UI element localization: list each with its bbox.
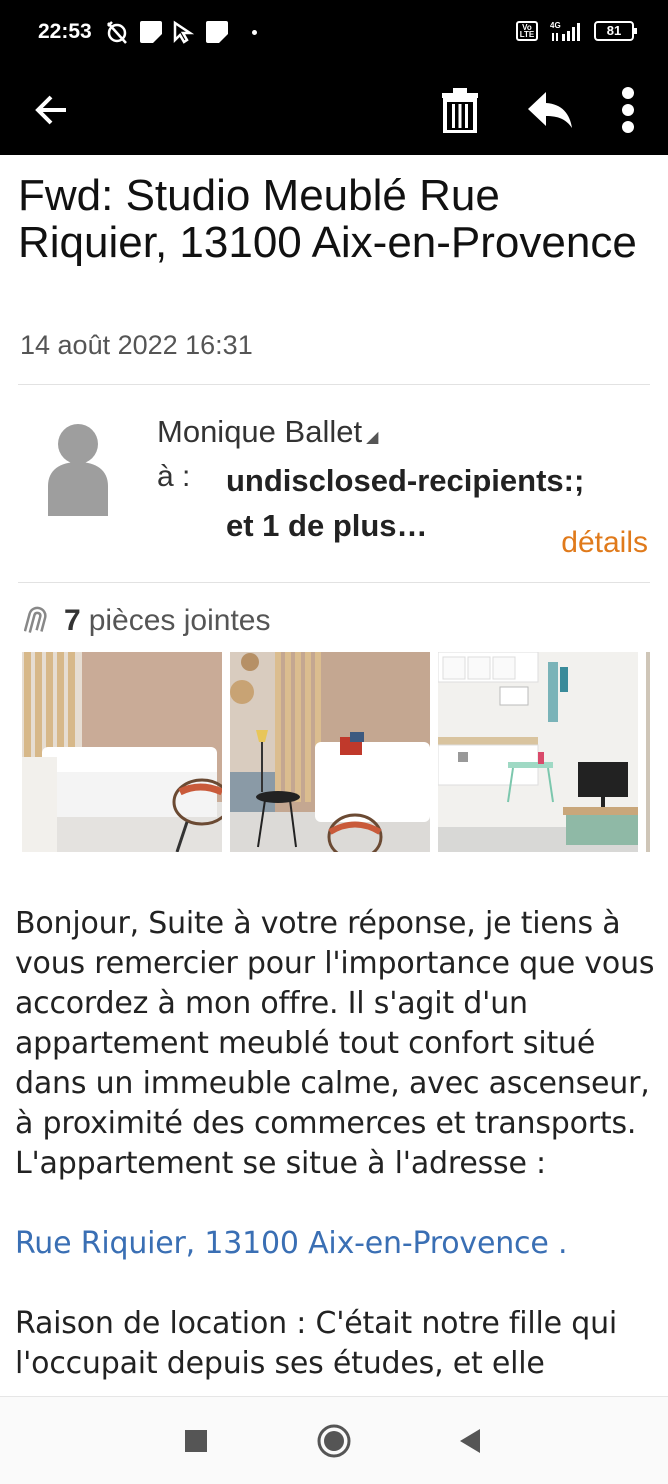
app-notification-icon-2 (206, 21, 228, 43)
recipient-line-1: undisclosed-recipients:; (226, 463, 585, 498)
body-paragraph-2: Raison de location : C'était notre fille… (15, 1306, 618, 1381)
system-icons: Vo LTE 4G 81 (516, 20, 637, 42)
sender-name-text: Monique Ballet (157, 414, 363, 449)
paperclip-icon (24, 606, 47, 633)
email-body: Bonjour, Suite à votre réponse, je tiens… (15, 904, 655, 1384)
reply-button[interactable] (518, 78, 582, 142)
navigation-bar (0, 1396, 668, 1484)
trash-icon (442, 88, 478, 133)
bedroom-photo-icon (22, 652, 222, 852)
email-date: 14 août 2022 16:31 (20, 330, 253, 360)
attachment-thumbnails (22, 652, 668, 852)
recents-button[interactable] (174, 1419, 218, 1463)
reply-icon (528, 92, 572, 128)
attachment-label: pièces jointes (88, 604, 271, 637)
sender-name[interactable]: Monique Ballet ◢ (157, 414, 378, 450)
photo-icon (646, 652, 668, 852)
delete-button[interactable] (428, 78, 492, 142)
more-options-button[interactable] (596, 78, 660, 142)
status-bar: 22:53 Vo LTE 4G 81 (0, 0, 668, 64)
action-bar (0, 64, 668, 155)
recents-square-icon (185, 1430, 207, 1452)
top-bar: 22:53 Vo LTE 4G 81 (0, 0, 668, 155)
bedroom-photo-icon (230, 652, 430, 852)
divider (18, 582, 650, 583)
back-triangle-icon (460, 1429, 480, 1453)
body-paragraph-1: Bonjour, Suite à votre réponse, je tiens… (15, 906, 655, 1181)
address-link[interactable]: Rue Riquier, 13100 Aix-en-Provence . (15, 1226, 567, 1261)
recipient-line-2: et 1 de plus… (226, 508, 428, 543)
attachments-header[interactable]: 7 pièces jointes (24, 604, 270, 638)
attachment-thumbnail-3[interactable] (438, 652, 638, 852)
attachment-thumbnail-4[interactable] (646, 652, 668, 852)
alarm-off-icon (107, 21, 127, 44)
notification-icons (104, 19, 257, 45)
battery-icon: 81 (594, 21, 637, 41)
cast-icon (173, 20, 195, 44)
to-label: à : (157, 460, 191, 493)
arrow-left-icon (35, 95, 66, 125)
more-notifications-dot (252, 29, 257, 35)
expand-triangle-icon: ◢ (366, 429, 379, 446)
home-circle-icon (317, 1424, 351, 1458)
recipients: undisclosed-recipients:; et 1 de plus… (226, 458, 584, 548)
divider (18, 384, 650, 385)
kitchen-photo-icon (438, 652, 638, 852)
attachment-count: 7 (64, 604, 81, 637)
details-link[interactable]: détails (561, 526, 648, 560)
home-button[interactable] (312, 1419, 356, 1463)
signal-icon: 4G (550, 21, 580, 41)
volte-icon: Vo LTE (516, 21, 538, 41)
more-vert-icon (622, 87, 634, 133)
attachment-thumbnail-2[interactable] (230, 652, 430, 852)
svg-text:4G: 4G (550, 21, 561, 30)
back-button[interactable] (20, 78, 84, 142)
status-time: 22:53 (38, 20, 92, 43)
avatar (48, 424, 108, 516)
attachment-thumbnail-1[interactable] (22, 652, 222, 852)
back-nav-button[interactable] (448, 1419, 492, 1463)
app-notification-icon (140, 21, 162, 43)
email-subject: Fwd: Studio Meublé Rue Riquier, 13100 Ai… (18, 171, 637, 267)
